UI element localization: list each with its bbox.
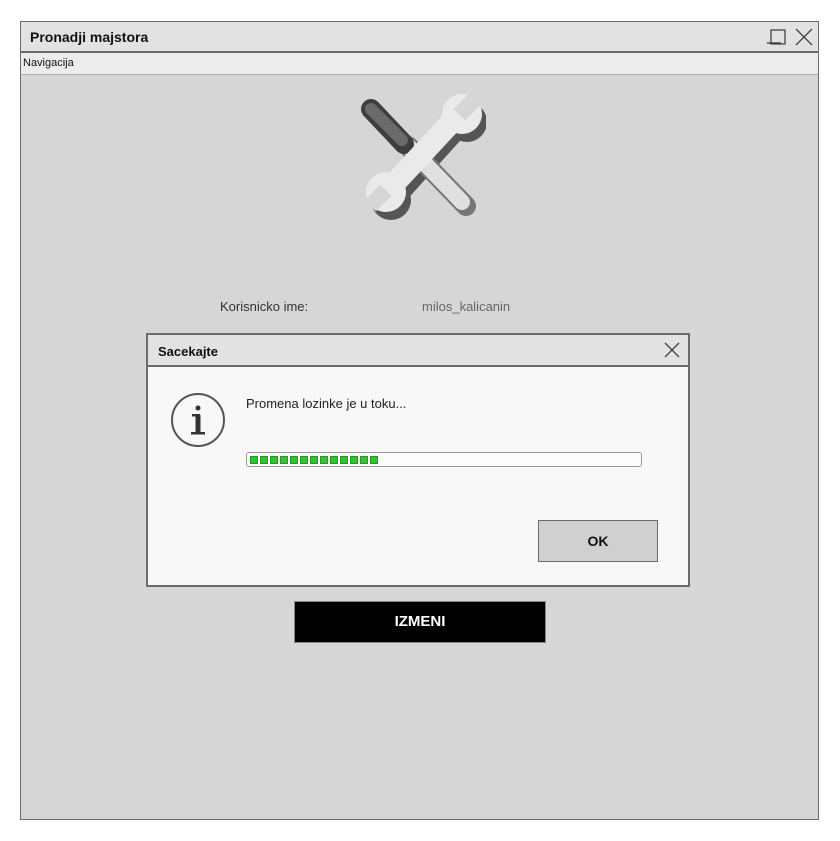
progress-segment (330, 455, 338, 464)
progress-segment (280, 455, 288, 464)
ok-button[interactable]: OK (538, 520, 658, 562)
progress-segment (290, 455, 298, 464)
progress-bar (246, 452, 642, 467)
close-icon[interactable] (794, 27, 814, 47)
dialog-message: Promena lozinke je u toku... (246, 396, 407, 411)
progress-segment (270, 455, 278, 464)
window-title: Pronadji majstora (30, 29, 149, 45)
menu-item-navigacija[interactable]: Navigacija (23, 57, 74, 69)
info-icon (171, 393, 225, 447)
tools-icon (361, 94, 486, 220)
progress-segment (350, 455, 358, 464)
izmeni-button[interactable]: IZMENI (294, 601, 546, 643)
dialog-title: Sacekajte (158, 344, 218, 359)
progress-segment (300, 455, 308, 464)
progress-segment (370, 455, 378, 464)
progress-segment (360, 455, 368, 464)
progress-segment (320, 455, 328, 464)
wait-dialog: Sacekajte Promena lozinke je u toku... O… (146, 333, 690, 587)
progress-segment (260, 455, 268, 464)
window-titlebar[interactable]: Pronadji majstora (21, 22, 818, 53)
menu-bar: Navigacija (21, 53, 818, 75)
progress-segment (310, 455, 318, 464)
progress-segment (250, 455, 258, 464)
username-label: Korisnicko ime: (220, 299, 309, 314)
close-icon[interactable] (662, 340, 682, 360)
maximize-icon[interactable] (768, 27, 788, 47)
progress-segment (340, 455, 348, 464)
dialog-titlebar[interactable]: Sacekajte (148, 335, 688, 367)
username-value: milos_kalicanin (422, 299, 511, 314)
